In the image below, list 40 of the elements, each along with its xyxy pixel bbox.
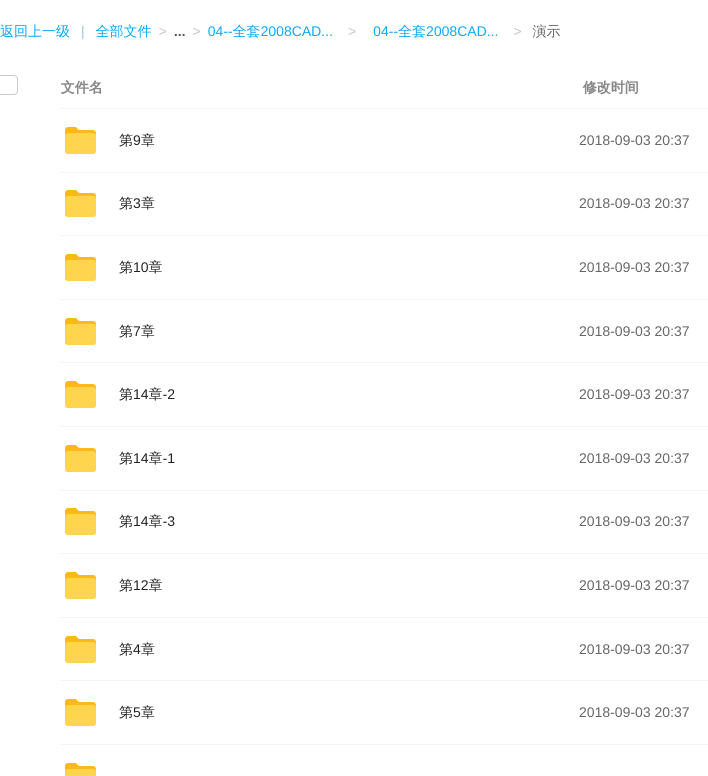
file-name[interactable]: 第12章	[119, 574, 163, 596]
breadcrumb-arrow: >	[158, 22, 167, 40]
folder-icon	[65, 444, 96, 472]
separator: |	[81, 22, 85, 41]
file-name[interactable]: 第7章	[119, 320, 155, 342]
file-name[interactable]: 第4章	[119, 638, 155, 660]
breadcrumb-arrow: >	[348, 22, 356, 40]
file-name[interactable]: 第14章-2	[119, 384, 176, 406]
modified-time: 2018-09-03 20:37	[579, 576, 690, 595]
modified-time: 2018-09-03 20:37	[579, 448, 690, 468]
file-name[interactable]: 第3章	[119, 193, 155, 214]
modified-time: 2018-09-03 20:37	[579, 640, 690, 659]
modified-time: 2018-09-03 20:37	[579, 194, 690, 214]
file-name[interactable]: 第9章	[119, 130, 155, 151]
select-all-checkbox[interactable]	[0, 75, 18, 95]
modified-time: 2018-09-03 20:37	[579, 512, 690, 532]
column-header: 修改时间	[583, 78, 639, 97]
folder-icon	[65, 190, 96, 218]
file-name[interactable]: 第10章	[119, 256, 163, 278]
modified-time: 2018-09-03 20:37	[579, 322, 690, 341]
breadcrumb-arrow: >	[513, 22, 522, 40]
breadcrumb-link[interactable]: ...	[174, 20, 186, 42]
current-folder[interactable]: 演示	[532, 20, 561, 42]
folder-icon	[65, 254, 96, 281]
folder-icon	[65, 126, 96, 154]
file-name[interactable]: 第14章-3	[119, 511, 176, 532]
folder-icon	[65, 699, 96, 726]
file-name[interactable]: 第14章-1	[119, 448, 176, 469]
folder-icon	[65, 381, 96, 408]
folder-icon	[65, 318, 96, 345]
folder-icon	[65, 636, 96, 663]
folder-icon	[65, 572, 96, 599]
modified-time: 2018-09-03 20:37	[579, 258, 690, 277]
breadcrumb-arrow: >	[192, 22, 201, 40]
column-header: 文件名	[61, 78, 103, 97]
modified-time: 2018-09-03 20:37	[579, 130, 690, 150]
modified-time: 2018-09-03 20:37	[579, 385, 690, 404]
file-name[interactable]: 第5章	[119, 702, 155, 724]
modified-time: 2018-09-03 20:37	[579, 703, 690, 722]
folder-icon	[65, 508, 96, 536]
